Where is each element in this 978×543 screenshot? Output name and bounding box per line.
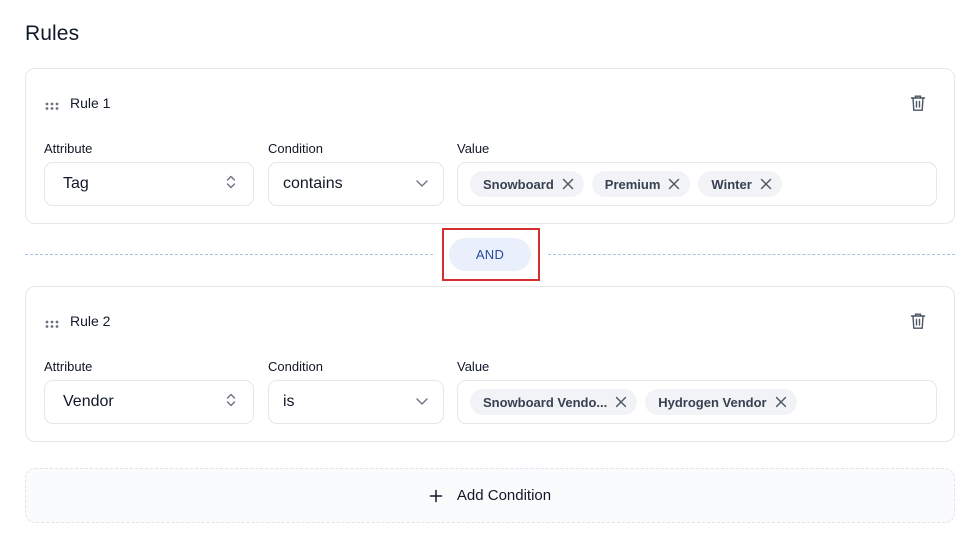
value-chip: Winter <box>698 171 782 197</box>
add-condition-button[interactable]: Add Condition <box>25 468 955 523</box>
value-chip: Snowboard <box>470 171 584 197</box>
chip-label: Snowboard Vendo... <box>483 394 608 410</box>
condition-select-value: is <box>283 393 295 410</box>
chip-label: Hydrogen Vendor <box>658 394 767 410</box>
value-chip: Premium <box>591 171 691 197</box>
chip-label: Snowboard <box>483 176 554 192</box>
attribute-select[interactable]: Vendor <box>44 380 254 424</box>
page-title: Rules <box>25 22 80 45</box>
attribute-select-value: Vendor <box>63 393 114 410</box>
rule-title: Rule 2 <box>70 313 111 329</box>
value-label: Value <box>457 141 490 156</box>
attribute-label: Attribute <box>44 359 93 374</box>
add-condition-label: Add Condition <box>456 487 552 504</box>
delete-rule-button[interactable] <box>908 95 928 115</box>
trash-icon <box>910 94 926 117</box>
close-icon[interactable] <box>775 396 787 408</box>
close-icon[interactable] <box>562 178 574 190</box>
condition-label: Condition <box>268 141 323 156</box>
and-operator-button[interactable]: AND <box>449 238 531 271</box>
drag-handle-icon[interactable] <box>44 98 60 110</box>
connector-divider-left <box>25 254 433 255</box>
attribute-select-value: Tag <box>63 175 89 192</box>
trash-icon <box>910 312 926 335</box>
value-tag-input[interactable]: Snowboard Premium Winter <box>457 162 937 206</box>
value-chip: Snowboard Vendo... <box>470 389 638 415</box>
delete-rule-button[interactable] <box>908 313 928 333</box>
plus-icon <box>429 489 443 503</box>
condition-select[interactable]: contains <box>268 162 444 206</box>
chevron-down-icon <box>415 393 429 411</box>
rule-header: Rule 1 <box>44 95 110 111</box>
condition-select[interactable]: is <box>268 380 444 424</box>
rule-card-2: Rule 2 Attribute Condition Value Vendor … <box>25 286 955 442</box>
rules-page: Rules Rule 1 Attribute Condition Value T… <box>0 0 978 543</box>
close-icon[interactable] <box>668 178 680 190</box>
value-chip: Hydrogen Vendor <box>645 389 797 415</box>
chevron-down-icon <box>415 175 429 193</box>
value-label: Value <box>457 359 490 374</box>
chip-label: Premium <box>604 176 661 192</box>
drag-handle-icon[interactable] <box>44 316 60 328</box>
chevron-up-down-icon <box>225 174 237 195</box>
attribute-label: Attribute <box>44 141 93 156</box>
value-tag-input[interactable]: Snowboard Vendo... Hydrogen Vendor <box>457 380 937 424</box>
connector-divider-right <box>548 254 955 255</box>
attribute-select[interactable]: Tag <box>44 162 254 206</box>
rule-card-1: Rule 1 Attribute Condition Value Tag con… <box>25 68 955 224</box>
condition-select-value: contains <box>283 175 343 192</box>
close-icon[interactable] <box>760 178 772 190</box>
chevron-up-down-icon <box>225 392 237 413</box>
rule-header: Rule 2 <box>44 313 110 329</box>
chip-label: Winter <box>711 176 752 192</box>
close-icon[interactable] <box>615 396 627 408</box>
condition-label: Condition <box>268 359 323 374</box>
rule-title: Rule 1 <box>70 95 111 111</box>
